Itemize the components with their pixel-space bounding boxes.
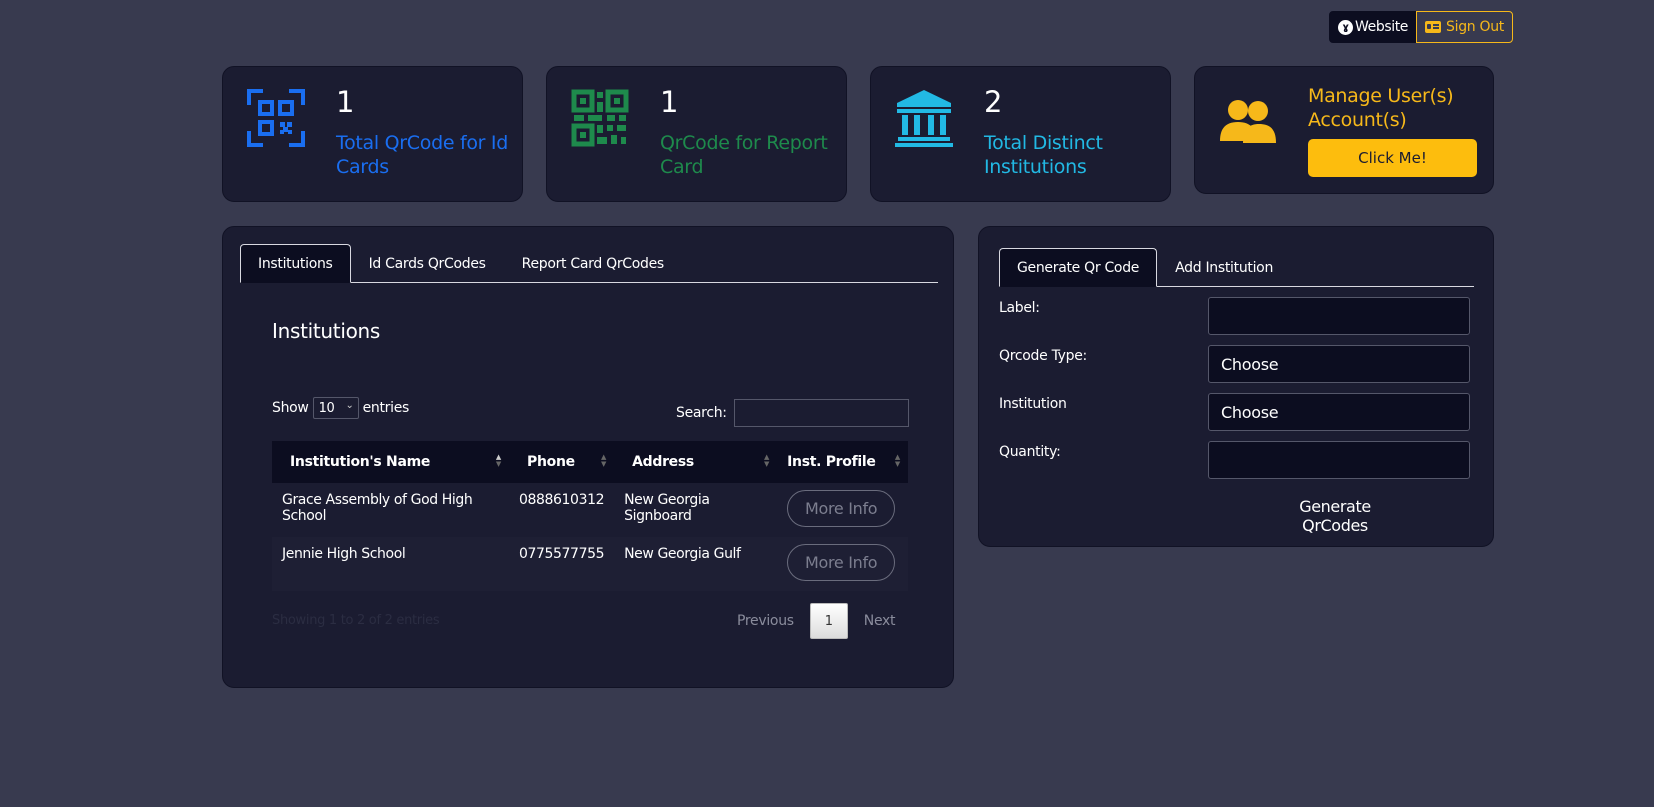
sort-icon: ▲ ▼ bbox=[495, 453, 502, 468]
tab-add-institution[interactable]: Add Institution bbox=[1157, 248, 1291, 287]
label-field-label: Label: bbox=[999, 300, 1040, 316]
sort-icon: ▲ ▼ bbox=[764, 453, 770, 468]
column-header-label: Inst. Profile bbox=[787, 454, 876, 470]
table-header-row: Institution's Name ▲ ▼ Phone ▲ ▼ Address ▲… bbox=[272, 441, 908, 483]
column-header-phone[interactable]: Phone ▲ ▼ bbox=[509, 441, 614, 483]
generate-tabs: Generate Qr Code Add Institution bbox=[999, 248, 1474, 287]
sign-out-button[interactable]: Sign Out bbox=[1416, 11, 1513, 43]
cell-address: New Georgia Signboard bbox=[624, 492, 710, 524]
institutions-panel: Institutions Id Cards QrCodes Report Car… bbox=[222, 226, 954, 688]
next-page-button[interactable]: Next bbox=[854, 613, 905, 629]
qrcode-type-label: Qrcode Type: bbox=[999, 348, 1087, 364]
search-label: Search: bbox=[676, 405, 727, 421]
entries-label: entries bbox=[362, 400, 410, 416]
website-button-label: Website bbox=[1355, 19, 1409, 35]
entries-length-control: Show 10 ⌄ entries bbox=[272, 397, 409, 419]
chevron-down-icon: ⌄ bbox=[345, 400, 354, 411]
institution-select[interactable]: Choose bbox=[1208, 393, 1470, 431]
cell-phone: 0888610312 bbox=[519, 492, 605, 508]
column-header-label: Institution's Name bbox=[290, 454, 431, 470]
cell-profile: More Info bbox=[777, 537, 908, 591]
section-title: Institutions bbox=[272, 319, 381, 343]
generate-qrcodes-button[interactable]: Generate QrCodes bbox=[1265, 497, 1405, 535]
users-icon bbox=[1220, 100, 1276, 143]
website-logo-icon: ɣ bbox=[1338, 19, 1353, 35]
stat-card-report-card-qrcodes: 1 QrCode for Report Card bbox=[546, 66, 847, 202]
table-info: Showing 1 to 2 of 2 entries bbox=[272, 613, 440, 628]
table-row: Jennie High School 0775577755 New Georgi… bbox=[272, 537, 908, 591]
manage-users-title: Manage User(s) Account(s) bbox=[1308, 85, 1454, 131]
institutions-tabs: Institutions Id Cards QrCodes Report Car… bbox=[240, 244, 938, 283]
stat-label: Total QrCode for Id Cards bbox=[336, 132, 508, 178]
click-me-button[interactable]: Click Me! bbox=[1308, 139, 1477, 177]
generate-panel: Generate Qr Code Add Institution Label: … bbox=[978, 226, 1494, 547]
search-input[interactable] bbox=[733, 399, 909, 427]
quantity-input[interactable] bbox=[1208, 441, 1470, 479]
show-label: Show bbox=[272, 400, 309, 416]
stat-label: QrCode for Report Card bbox=[660, 132, 828, 178]
tab-institutions[interactable]: Institutions bbox=[240, 244, 351, 283]
top-bar: ɣ Website Sign Out bbox=[1329, 11, 1513, 43]
quantity-label: Quantity: bbox=[999, 444, 1061, 460]
stat-value: 1 bbox=[336, 85, 355, 119]
column-header-name[interactable]: Institution's Name ▲ ▼ bbox=[272, 441, 509, 483]
manage-users-card: Manage User(s) Account(s) Click Me! bbox=[1194, 66, 1494, 194]
qr-scan-icon bbox=[247, 89, 305, 147]
entries-select[interactable]: 10 ⌄ bbox=[312, 397, 359, 419]
tab-id-cards-qrcodes[interactable]: Id Cards QrCodes bbox=[351, 244, 504, 283]
institution-icon bbox=[895, 90, 953, 147]
table-search: Search: bbox=[676, 399, 909, 427]
stat-card-institutions: 2 Total Distinct Institutions bbox=[870, 66, 1171, 202]
institutions-table: Institution's Name ▲ ▼ Phone ▲ ▼ Address ▲… bbox=[272, 441, 908, 591]
page-1-button[interactable]: 1 bbox=[809, 603, 848, 639]
cell-profile: More Info bbox=[777, 483, 908, 537]
cell-name: Jennie High School bbox=[282, 546, 406, 562]
stat-card-id-card-qrcodes: 1 Total QrCode for Id Cards bbox=[222, 66, 523, 202]
more-info-button[interactable]: More Info bbox=[787, 544, 896, 581]
label-input[interactable] bbox=[1208, 297, 1470, 335]
pagination: Previous 1 Next bbox=[727, 603, 905, 639]
previous-page-button[interactable]: Previous bbox=[727, 613, 804, 629]
sign-out-button-label: Sign Out bbox=[1446, 19, 1504, 35]
website-button[interactable]: ɣ Website bbox=[1329, 11, 1417, 43]
qr-code-icon bbox=[571, 89, 629, 147]
tab-report-card-qrcodes[interactable]: Report Card QrCodes bbox=[504, 244, 682, 283]
cell-name: Grace Assembly of God High School bbox=[282, 492, 473, 524]
sort-icon: ▲ ▼ bbox=[894, 453, 900, 468]
column-header-label: Address bbox=[632, 454, 694, 470]
more-info-button[interactable]: More Info bbox=[787, 490, 896, 527]
column-header-address[interactable]: Address ▲ ▼ bbox=[614, 441, 777, 483]
column-header-profile[interactable]: Inst. Profile ▲ ▼ bbox=[777, 441, 908, 483]
cell-phone: 0775577755 bbox=[519, 546, 605, 562]
qrcode-type-select[interactable]: Choose bbox=[1208, 345, 1470, 383]
tab-generate-qr-code[interactable]: Generate Qr Code bbox=[999, 248, 1158, 287]
column-header-label: Phone bbox=[527, 454, 575, 470]
stat-value: 2 bbox=[984, 85, 1003, 119]
table-row: Grace Assembly of God High School 088861… bbox=[272, 483, 908, 537]
id-card-icon bbox=[1425, 21, 1442, 33]
cell-address: New Georgia Gulf bbox=[624, 546, 741, 562]
institution-label: Institution bbox=[999, 396, 1067, 412]
sort-icon: ▲ ▼ bbox=[601, 453, 607, 468]
entries-select-value: 10 bbox=[318, 400, 335, 416]
stat-value: 1 bbox=[660, 85, 679, 119]
stat-label: Total Distinct Institutions bbox=[984, 132, 1103, 178]
